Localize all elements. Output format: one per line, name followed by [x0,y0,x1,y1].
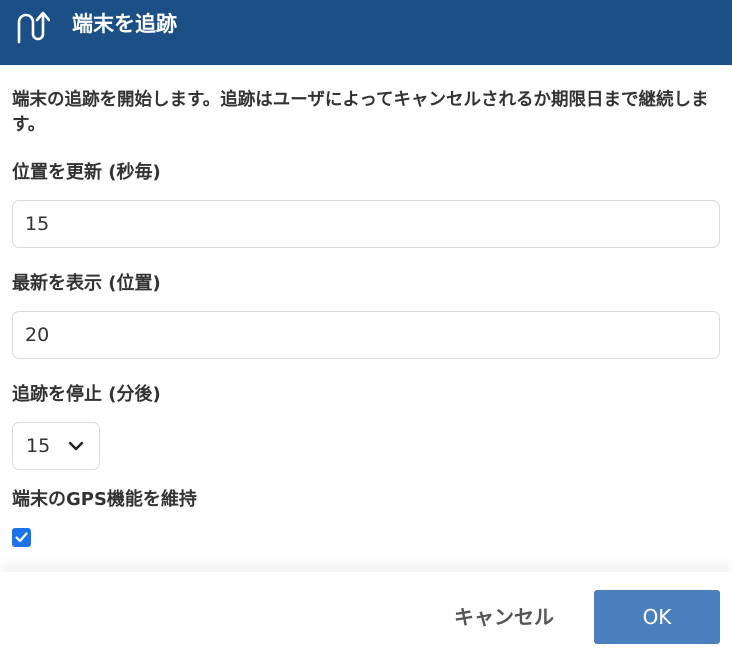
chevron-down-icon [68,441,84,451]
u-turn-arrow-icon [17,11,50,44]
dialog-footer: キャンセル OK [0,572,732,651]
show-latest-input[interactable]: 20 [12,311,720,359]
ok-button[interactable]: OK [594,590,720,644]
dialog-description-area: 端末の追跡を開始します。追跡はユーザによってキャンセルされるか期限日まで継続しま… [12,88,720,138]
dialog-description: 端末の追跡を開始します。追跡はユーザによってキャンセルされるか期限日まで継続しま… [12,90,709,135]
keep-gps-checkbox[interactable] [12,528,31,547]
stop-tracking-selected-value: 15 [26,435,51,457]
update-interval-label: 位置を更新 (秒毎) [12,162,161,183]
dialog-header: 端末を追跡 [0,0,732,65]
update-interval-input[interactable]: 15 [12,200,720,248]
cancel-button[interactable]: キャンセル [444,590,564,644]
stop-tracking-select[interactable]: 15 [12,422,100,470]
dialog-title: 端末を追跡 [72,12,177,36]
show-latest-label: 最新を表示 (位置) [12,273,161,294]
keep-gps-label: 端末のGPS機能を維持 [12,489,197,510]
stop-tracking-label: 追跡を停止 (分後) [12,384,161,405]
checkmark-icon [15,532,28,543]
